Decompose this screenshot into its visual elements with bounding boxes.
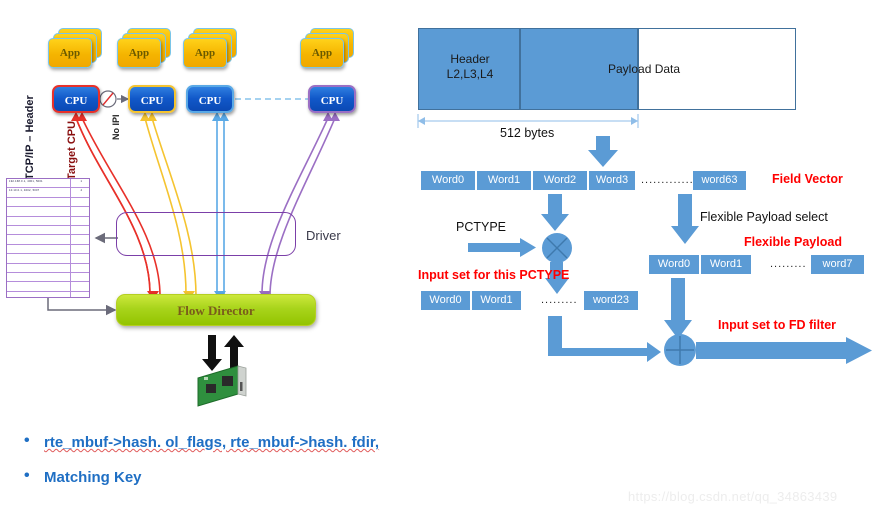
tcpip-header-label: TCP/IP – Header [24,95,36,180]
pctype-label: PCTYPE [456,220,507,234]
flow-director-box[interactable]: Flow Director [116,294,316,326]
table-row-empty[interactable] [7,226,89,236]
flexible-word-last: word7 [810,254,865,275]
arrow-inputset-to-plus [548,316,661,362]
target-cpu-label: Target CPU [66,120,78,180]
arrow-packet-to-fieldvector [588,136,618,167]
table-row-empty[interactable] [7,235,89,245]
table-row-empty[interactable] [7,273,89,283]
arrow-fieldvector-to-multiply [541,194,569,231]
bullet-text: rte_mbuf->hash. ol_flags, rte_mbuf->hash… [44,434,380,451]
arrow-input-set-to-fd-filter [696,337,872,364]
driver-box [116,212,296,256]
watermark: https://blog.csdn.net/qq_34863439 [628,489,838,504]
app-label: App [311,47,333,59]
table-row[interactable]: 192.168.0.1, 4001, 5001 1 [7,179,89,189]
app-stack-2: App [183,28,237,72]
table-cell-key: 192.168.0.1, 4001, 5001 [9,180,43,183]
packet-payload-label: Payload Data [608,62,681,76]
bullet-list: rte_mbuf->hash. ol_flags, rte_mbuf->hash… [14,432,534,504]
pctype-word-1: Word1 [471,290,522,311]
table-cell-cpu: 1 [80,180,83,183]
flexible-payload-label: Flexible Payload [744,235,842,249]
cpu-box-3[interactable]: CPU [308,85,356,113]
pctype-word-0: Word0 [420,290,471,311]
bullet-item-0: rte_mbuf->hash. ol_flags, rte_mbuf->hash… [14,432,534,451]
table-row-empty[interactable] [7,217,89,226]
cpu-box-2[interactable]: CPU [186,85,234,113]
table-cell-key: 10.10.0.1, 4002, 5007 [9,189,40,193]
table-row-empty[interactable] [7,254,89,264]
flexible-payload-select-label: Flexible Payload select [700,210,828,224]
header-line2: L2,L3,L4 [446,67,494,81]
bullet-item-1: Matching Key [14,467,534,486]
table-row-empty[interactable] [7,292,89,301]
table-row-empty[interactable] [7,245,89,255]
flexible-dots: ......... [770,258,807,270]
field-vector-label: Field Vector [772,172,843,186]
fieldvector-word-1: Word1 [476,170,532,191]
fieldvector-word-2: Word2 [532,170,588,191]
app-label: App [128,47,150,59]
table-row-empty[interactable] [7,264,89,273]
diagram-canvas: App App App App CPU CPU CPU CPU No IPI T… [0,0,882,520]
fieldvector-word-last: word63 [692,170,747,191]
app-label: App [194,47,216,59]
fieldvector-word-0: Word0 [420,170,476,191]
pctype-dots: ......... [541,294,578,306]
pctype-word-last: word23 [583,290,639,311]
flexible-word-1: Word1 [700,254,752,275]
app-stack-1: App [117,28,171,72]
packet-header-label: Header L2,L3,L4 [430,52,510,82]
multiply-operator-node [542,233,572,263]
header-line1: Header [450,52,490,66]
arrow-pctype [468,238,536,257]
table-row-empty[interactable] [7,207,89,217]
nic-card-icon [197,365,247,407]
fieldvector-word-3: Word3 [588,170,636,191]
app-stack-3: App [300,28,354,72]
table-row[interactable]: 10.10.0.1, 4002, 5007 4 [7,188,89,198]
cpu-box-1[interactable]: CPU [128,85,176,113]
plus-operator-node [664,334,696,366]
packet-size-label: 512 bytes [500,126,555,140]
driver-label: Driver [306,228,341,243]
table-cell-cpu: 4 [80,189,83,193]
flexible-word-0: Word0 [648,254,700,275]
arrow-to-flexible-payload [671,194,699,244]
table-row-empty[interactable] [7,282,89,292]
table-row-empty[interactable] [7,198,89,208]
fd-filter-output-label: Input set to FD filter [718,318,837,332]
bullet-text: Matching Key [44,469,142,486]
no-ipi-label: No IPI [111,114,121,140]
cpu-box-0[interactable]: CPU [52,85,100,113]
app-label: App [59,47,81,59]
flow-table[interactable]: 192.168.0.1, 4001, 5001 1 10.10.0.1, 400… [6,178,90,298]
app-stack-0: App [48,28,102,72]
input-set-pctype-label: Input set for this PCTYPE [418,268,570,282]
